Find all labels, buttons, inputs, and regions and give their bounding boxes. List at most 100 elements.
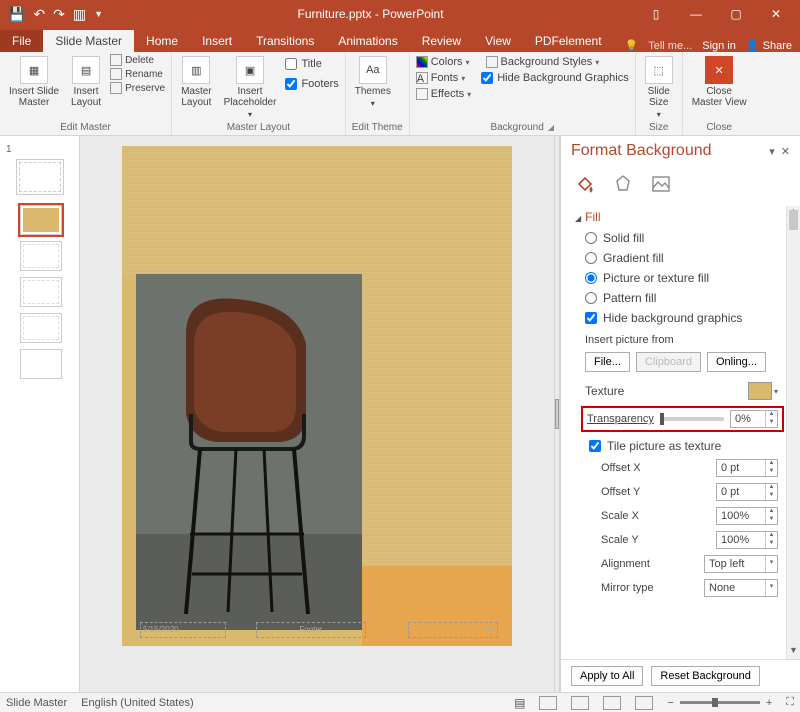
title-checkbox[interactable]: Title [285, 58, 338, 70]
pane-menu-icon[interactable]: ▾ [769, 145, 775, 158]
fit-to-window-icon[interactable]: ⛶ [786, 696, 794, 709]
layout-thumbnail-2[interactable] [20, 241, 62, 271]
tab-file[interactable]: File [0, 30, 43, 52]
delete-button[interactable]: Delete [110, 54, 165, 66]
background-dialog-launcher[interactable]: ◢ [548, 123, 554, 132]
slide-size-button[interactable]: ⬚ Slide Size ▾ [642, 54, 676, 121]
insert-placeholder-button[interactable]: ▣ Insert Placeholder ▾ [221, 54, 280, 121]
pane-scrollbar[interactable]: ▲ ▼ [786, 206, 800, 659]
texture-swatch[interactable] [748, 382, 772, 400]
maximize-button[interactable]: ▢ [718, 4, 754, 24]
master-layout-button[interactable]: ▥ Master Layout [178, 54, 215, 110]
reset-background-button[interactable]: Reset Background [651, 666, 760, 686]
rename-button[interactable]: Rename [110, 68, 165, 80]
fill-tab-icon[interactable] [571, 170, 599, 198]
mirror-type-combo[interactable]: None▾ [704, 579, 778, 597]
tab-pdfelement[interactable]: PDFelement [523, 30, 614, 52]
close-master-view-button[interactable]: ✕ Close Master View [689, 54, 750, 110]
zoom-in-icon[interactable]: + [766, 697, 772, 709]
redo-icon[interactable]: ↷ [53, 6, 65, 23]
slideshow-view-icon[interactable] [635, 696, 653, 710]
slide[interactable]: 5/15/2020 Footer ‹#› [122, 146, 512, 646]
colors-dropdown[interactable]: Colors▾ [416, 56, 470, 68]
gradient-fill-radio[interactable]: Gradient fill [575, 248, 796, 268]
offset-x-spinner[interactable]: 0 pt▲▼ [716, 459, 778, 477]
status-language[interactable]: English (United States) [81, 697, 194, 709]
texture-label: Texture [585, 384, 624, 398]
fill-section-header[interactable]: Fill [575, 206, 796, 228]
tell-me-input[interactable]: Tell me... [648, 40, 692, 52]
texture-dropdown-icon[interactable]: ▾ [774, 387, 778, 396]
tab-transitions[interactable]: Transitions [244, 30, 326, 52]
zoom-slider[interactable] [680, 701, 760, 704]
tab-home[interactable]: Home [134, 30, 190, 52]
zoom-out-icon[interactable]: − [667, 697, 673, 709]
file-button[interactable]: File... [585, 352, 630, 372]
minimize-button[interactable]: — [678, 4, 714, 24]
solid-fill-radio[interactable]: Solid fill [575, 228, 796, 248]
chair-image[interactable] [136, 274, 362, 630]
transparency-spinner[interactable]: 0%▲▼ [730, 410, 778, 428]
page-number-placeholder[interactable]: ‹#› [408, 622, 498, 638]
scroll-down-icon[interactable]: ▼ [787, 645, 800, 659]
footers-checkbox[interactable]: Footers [285, 78, 338, 90]
alignment-combo[interactable]: Top left▾ [704, 555, 778, 573]
clipboard-button: Clipboard [636, 352, 701, 372]
slide-size-icon: ⬚ [645, 56, 673, 84]
ribbon-options-icon[interactable]: ▯ [638, 4, 674, 24]
scroll-thumb[interactable] [789, 210, 798, 230]
layout-thumbnail-3[interactable] [20, 277, 62, 307]
notes-button[interactable]: ▤ [514, 696, 525, 710]
online-button[interactable]: Onling... [707, 352, 766, 372]
tab-review[interactable]: Review [410, 30, 473, 52]
background-styles-dropdown[interactable]: Background Styles▾ [486, 56, 600, 68]
layout-thumbnail-5[interactable] [20, 349, 62, 379]
picture-tab-icon[interactable] [647, 170, 675, 198]
tab-animations[interactable]: Animations [326, 30, 409, 52]
save-icon[interactable]: 💾 [8, 6, 25, 23]
fonts-icon: A [416, 72, 428, 84]
transparency-slider[interactable] [660, 417, 724, 421]
insert-layout-button[interactable]: ▤ Insert Layout [68, 54, 104, 110]
sign-in-link[interactable]: Sign in [702, 40, 736, 52]
undo-icon[interactable]: ↶ [33, 6, 45, 23]
slide-canvas[interactable]: 5/15/2020 Footer ‹#› [80, 136, 554, 692]
tile-picture-check[interactable]: Tile picture as texture [575, 436, 796, 456]
tab-slide-master[interactable]: Slide Master [43, 30, 134, 52]
scale-x-spinner[interactable]: 100%▲▼ [716, 507, 778, 525]
layout-thumbnail-1[interactable] [20, 205, 62, 235]
zoom-control[interactable]: − + [667, 697, 772, 709]
apply-to-all-button[interactable]: Apply to All [571, 666, 643, 686]
date-placeholder[interactable]: 5/15/2020 [140, 622, 226, 638]
effects-dropdown[interactable]: Effects▾ [416, 88, 471, 100]
pane-splitter[interactable] [554, 136, 560, 692]
footer-placeholder[interactable]: Footer [256, 622, 366, 638]
pattern-fill-radio[interactable]: Pattern fill [575, 288, 796, 308]
fonts-dropdown[interactable]: AFonts▾ [416, 72, 466, 84]
mirror-type-label: Mirror type [601, 582, 654, 594]
hide-bg-graphics-checkbox[interactable]: Hide Background Graphics [481, 72, 628, 84]
master-thumbnail[interactable] [16, 159, 64, 195]
sorter-view-icon[interactable] [571, 696, 589, 710]
insert-slide-master-button[interactable]: ▦ Insert Slide Master [6, 54, 62, 110]
pane-close-icon[interactable]: ✕ [781, 145, 790, 158]
slide-thumbnails-panel[interactable]: 1 [0, 136, 80, 692]
offset-y-spinner[interactable]: 0 pt▲▼ [716, 483, 778, 501]
scale-y-spinner[interactable]: 100%▲▼ [716, 531, 778, 549]
preserve-icon [110, 82, 122, 94]
themes-button[interactable]: Aa Themes ▾ [352, 54, 394, 110]
picture-texture-fill-radio[interactable]: Picture or texture fill [575, 268, 796, 288]
hide-bg-graphics-check[interactable]: Hide background graphics [575, 308, 796, 328]
preserve-button[interactable]: Preserve [110, 82, 165, 94]
tab-view[interactable]: View [473, 30, 523, 52]
share-button[interactable]: 👤 Share [746, 39, 792, 52]
normal-view-icon[interactable] [539, 696, 557, 710]
layout-thumbnail-4[interactable] [20, 313, 62, 343]
splitter-handle-icon[interactable] [555, 399, 559, 429]
qat-customize-icon[interactable]: ▼ [94, 9, 103, 19]
close-window-button[interactable]: ✕ [758, 4, 794, 24]
tab-insert[interactable]: Insert [190, 30, 244, 52]
reading-view-icon[interactable] [603, 696, 621, 710]
start-slideshow-icon[interactable]: ▥ [73, 6, 86, 23]
effects-tab-icon[interactable] [609, 170, 637, 198]
